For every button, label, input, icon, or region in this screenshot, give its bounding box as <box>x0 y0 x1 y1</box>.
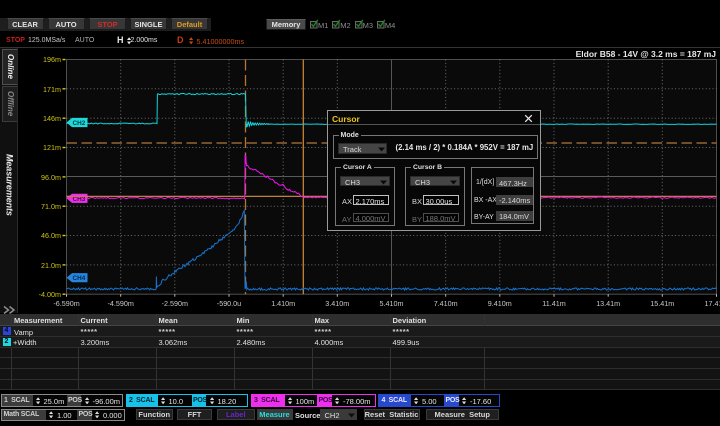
svg-text:CH2: CH2 <box>73 120 86 127</box>
svg-text:CH4: CH4 <box>73 275 86 282</box>
